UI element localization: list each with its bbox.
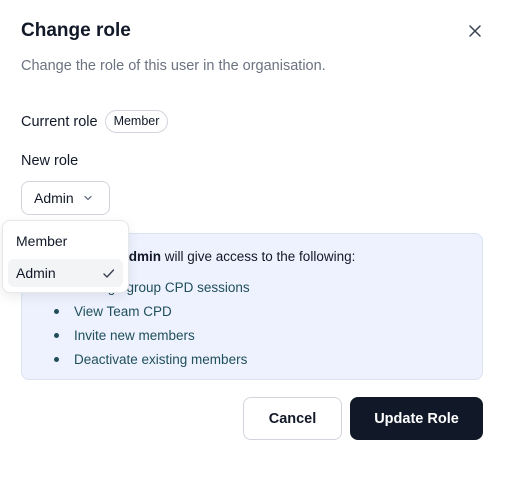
new-role-selected-value: Admin <box>34 190 74 206</box>
new-role-select[interactable]: Admin <box>21 181 110 215</box>
close-button[interactable] <box>464 20 486 42</box>
update-role-button[interactable]: Update Role <box>350 397 483 440</box>
new-role-label: New role <box>21 153 79 169</box>
close-icon <box>469 25 481 37</box>
role-option-admin[interactable]: Admin <box>8 259 123 287</box>
role-dropdown-menu: Member Admin <box>2 220 129 293</box>
cancel-button[interactable]: Cancel <box>243 397 342 440</box>
change-role-dialog: Change role Change the role of this user… <box>0 0 505 478</box>
permissions-intro: Admin will give access to the following: <box>119 249 355 264</box>
dialog-title: Change role <box>21 20 131 41</box>
permission-item: Deactivate existing members <box>52 348 250 372</box>
current-role-badge: Member <box>104 110 169 133</box>
dialog-subtitle: Change the role of this user in the orga… <box>21 58 326 74</box>
role-option-label: Member <box>16 233 68 249</box>
chevron-down-icon <box>84 195 92 201</box>
check-icon <box>103 269 115 278</box>
role-option-label: Admin <box>16 265 56 281</box>
role-option-member[interactable]: Member <box>8 227 123 255</box>
permissions-intro-text: will give access to the following: <box>161 249 356 264</box>
current-role-row: Current role Member <box>21 110 169 133</box>
permission-item: View Team CPD <box>52 300 250 324</box>
permission-item: Invite new members <box>52 324 250 348</box>
current-role-label: Current role <box>21 113 98 130</box>
